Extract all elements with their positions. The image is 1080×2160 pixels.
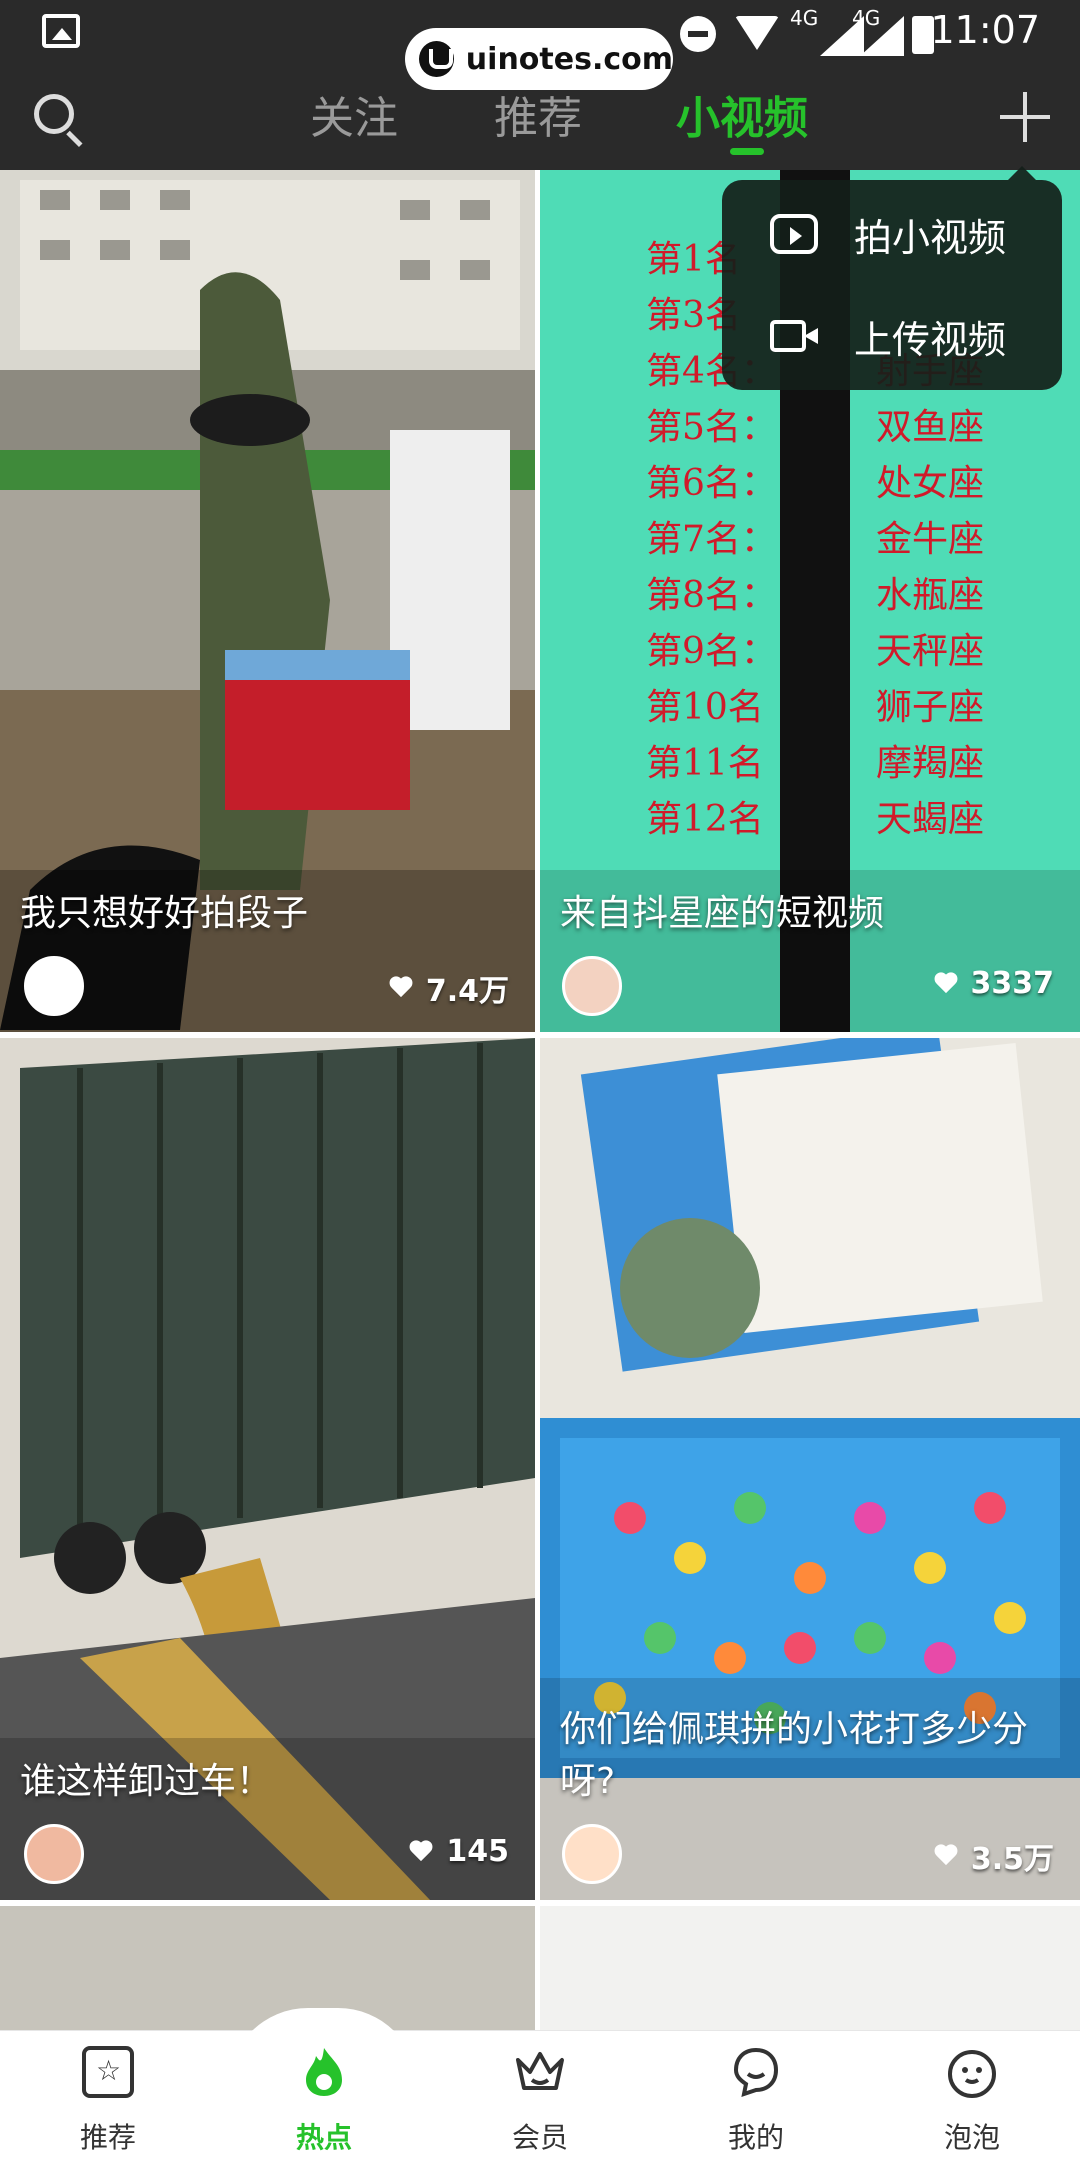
- heart-icon: [933, 973, 959, 995]
- search-button[interactable]: [30, 90, 86, 147]
- star-icon: [82, 2046, 134, 2098]
- like-count-value: 3337: [970, 966, 1055, 1001]
- zodiac-rank: 第7名：: [646, 519, 777, 560]
- zodiac-rank-row: 第8名： 水瓶座: [646, 566, 1066, 622]
- network-type-1: 4G: [790, 6, 819, 30]
- like-count[interactable]: 145: [408, 1834, 509, 1869]
- video-camera-icon: [770, 316, 818, 356]
- like-count[interactable]: 3337: [933, 966, 1055, 1001]
- watermark-text: uinotes.com: [465, 41, 673, 77]
- nav-label: 会员: [511, 2121, 568, 2154]
- nav-label: 热点: [295, 2121, 352, 2154]
- menu-item-label: 上传视频: [854, 317, 1007, 362]
- video-card-4[interactable]: 你们给佩琪拼的小花打多少分呀? 3.5万: [540, 1038, 1080, 1900]
- menu-item-label: 拍小视频: [854, 215, 1007, 260]
- video-card-1[interactable]: 我只想好好拍段子 7.4万: [0, 170, 535, 1032]
- zodiac-rank: 第10名: [646, 687, 764, 728]
- tab-recommend[interactable]: 推荐: [494, 82, 582, 146]
- nav-label: 泡泡: [943, 2121, 1000, 2154]
- nav-item-bubble[interactable]: 泡泡: [892, 2040, 1052, 2154]
- search-icon: [34, 94, 74, 134]
- zodiac-sign: 天蝎座: [876, 799, 985, 840]
- nav-item-hot[interactable]: 热点: [244, 2040, 404, 2154]
- heart-icon: [388, 977, 414, 999]
- video-card-3[interactable]: 谁这样卸过车！ 145: [0, 1038, 535, 1900]
- heart-icon: [933, 1845, 959, 1867]
- shoot-short-video-option[interactable]: 拍小视频: [722, 184, 1062, 284]
- zodiac-rank-row: 第11名 摩羯座: [646, 734, 1066, 790]
- tab-follow[interactable]: 关注: [310, 82, 398, 146]
- zodiac-sign: 水瓶座: [876, 575, 985, 616]
- upload-video-option[interactable]: 上传视频: [722, 286, 1062, 386]
- like-count-value: 3.5万: [970, 1842, 1054, 1877]
- zodiac-rank: 第9名：: [646, 631, 777, 672]
- video-card-5[interactable]: [0, 1906, 535, 2030]
- crown-icon: [516, 2052, 564, 2090]
- active-tab-indicator: [730, 148, 764, 155]
- zodiac-rank-row: 第7名： 金牛座: [646, 510, 1066, 566]
- wifi-icon: [735, 16, 779, 50]
- avatar[interactable]: [562, 956, 622, 1016]
- signal-icon-2: [860, 16, 904, 56]
- nav-label: 我的: [727, 2121, 784, 2154]
- like-count-value: 7.4万: [425, 974, 509, 1009]
- video-card-6[interactable]: [540, 1906, 1080, 2030]
- zodiac-rank: 第12名: [646, 799, 764, 840]
- status-time: 11:07: [930, 8, 1040, 52]
- zodiac-rank-row: 第6名： 处女座: [646, 454, 1066, 510]
- video-title: 谁这样卸过车！: [20, 1761, 273, 1802]
- zodiac-rank: 第6名：: [646, 463, 777, 504]
- profile-icon: [733, 2047, 779, 2097]
- nav-item-member[interactable]: 会员: [460, 2040, 620, 2154]
- zodiac-sign: 双鱼座: [876, 407, 985, 448]
- like-count[interactable]: 3.5万: [933, 1834, 1054, 1878]
- video-play-icon: [770, 214, 818, 254]
- zodiac-rank: 第5名：: [646, 407, 777, 448]
- zodiac-rank: 第11名: [646, 743, 764, 784]
- heart-icon: [408, 1841, 434, 1863]
- avatar[interactable]: [24, 1824, 84, 1884]
- bubble-face-icon: [948, 2050, 996, 2098]
- zodiac-rank: 第8名：: [646, 575, 777, 616]
- zodiac-rank-row: 第5名： 双鱼座: [646, 398, 1066, 454]
- video-title: 来自抖星座的短视频: [560, 893, 885, 934]
- zodiac-rank-row: 第10名 狮子座: [646, 678, 1066, 734]
- zodiac-rank-row: 第9名： 天秤座: [646, 622, 1066, 678]
- video-title: 我只想好好拍段子: [20, 893, 309, 934]
- avatar[interactable]: [24, 956, 84, 1016]
- watermark-badge: uinotes.com: [405, 28, 673, 90]
- like-count-value: 145: [446, 1834, 509, 1869]
- create-menu-popup: 拍小视频 上传视频: [722, 166, 1062, 390]
- zodiac-sign: 处女座: [876, 463, 985, 504]
- tab-short-video[interactable]: 小视频: [676, 82, 808, 146]
- video-feed: 我只想好好拍段子 7.4万 第1名第3名第4名：射手座第5名：双鱼座第6名：处女…: [0, 170, 1080, 2030]
- zodiac-sign: 金牛座: [876, 519, 985, 560]
- nav-item-recommend[interactable]: 推荐: [28, 2040, 188, 2154]
- add-icon[interactable]: [1000, 92, 1050, 142]
- zodiac-rank-row: 第12名 天蝎座: [646, 790, 1066, 846]
- video-title: 你们给佩琪拼的小花打多少分呀?: [560, 1709, 1029, 1802]
- do-not-disturb-icon: [680, 16, 716, 52]
- nav-label: 推荐: [79, 2121, 136, 2154]
- uinotes-logo-icon: [419, 41, 454, 77]
- gallery-icon: [42, 14, 80, 48]
- zodiac-sign: 天秤座: [876, 631, 985, 672]
- like-count[interactable]: 7.4万: [388, 966, 509, 1010]
- flame-icon: [306, 2048, 342, 2096]
- avatar[interactable]: [562, 1824, 622, 1884]
- nav-item-mine[interactable]: 我的: [676, 2040, 836, 2154]
- zodiac-sign: 摩羯座: [876, 743, 985, 784]
- zodiac-sign: 狮子座: [876, 687, 985, 728]
